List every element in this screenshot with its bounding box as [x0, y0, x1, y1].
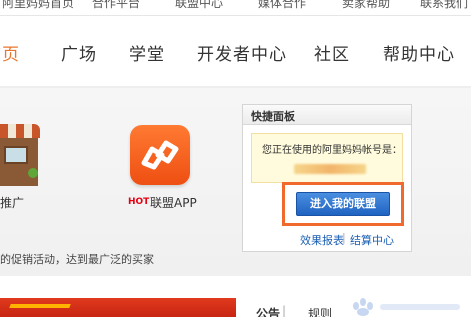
baidu-paw-watermark: [353, 298, 460, 316]
account-notice: 您正在使用的阿里妈妈帐号是：: [251, 133, 403, 183]
account-notice-text: 您正在使用的阿里妈妈帐号是：: [262, 145, 402, 156]
bottom-tab-separator: |: [282, 304, 287, 317]
topbar-link-6[interactable]: 联系我们: [420, 0, 468, 11]
alliance-app-label[interactable]: 联盟APP: [150, 194, 197, 211]
tab-rules[interactable]: 规则: [308, 305, 332, 317]
nav-home[interactable]: 首页: [0, 40, 20, 65]
alliance-app-icon[interactable]: [130, 125, 190, 185]
enter-my-alliance-button[interactable]: 进入我的联盟: [296, 192, 390, 216]
link-separator: |: [342, 231, 346, 244]
shop-promotion-icon[interactable]: [0, 124, 40, 190]
hot-badge: HOT: [128, 197, 150, 207]
nav-developer-center[interactable]: 开发者中心: [197, 40, 287, 65]
main-nav: 首页 广场 学堂 开发者中心 社区 帮助中心: [0, 16, 471, 88]
topbar-link-4[interactable]: 媒体合作: [258, 0, 306, 11]
topbar-link-1[interactable]: 阿里妈妈首页: [2, 0, 74, 11]
quick-panel-title: 快捷面板: [243, 105, 411, 125]
topbar-link-3[interactable]: 联盟中心: [175, 0, 223, 11]
nav-community[interactable]: 社区: [314, 40, 350, 65]
topbar-link-5[interactable]: 卖家帮助: [342, 0, 390, 11]
nav-academy[interactable]: 学堂: [129, 40, 165, 65]
shop-promotion-label[interactable]: 推广: [0, 194, 24, 211]
promo-text: 的促销活动，达到最广泛的买家: [0, 253, 154, 266]
nav-square[interactable]: 广场: [61, 40, 97, 65]
masked-account-name: [294, 164, 366, 174]
topbar-link-2[interactable]: 合作平台: [92, 0, 140, 11]
quick-panel: 快捷面板 您正在使用的阿里妈妈帐号是：: [242, 104, 412, 252]
effect-report-link[interactable]: 效果报表: [300, 232, 344, 248]
top-utility-bar: 阿里妈妈首页 合作平台 联盟中心 媒体合作 卖家帮助 联系我们: [0, 0, 471, 16]
nav-help-center[interactable]: 帮助中心: [383, 40, 455, 65]
settlement-center-link[interactable]: 结算中心: [350, 232, 394, 248]
tab-announcements[interactable]: 公告: [256, 305, 280, 317]
bottom-banner[interactable]: [0, 298, 236, 317]
